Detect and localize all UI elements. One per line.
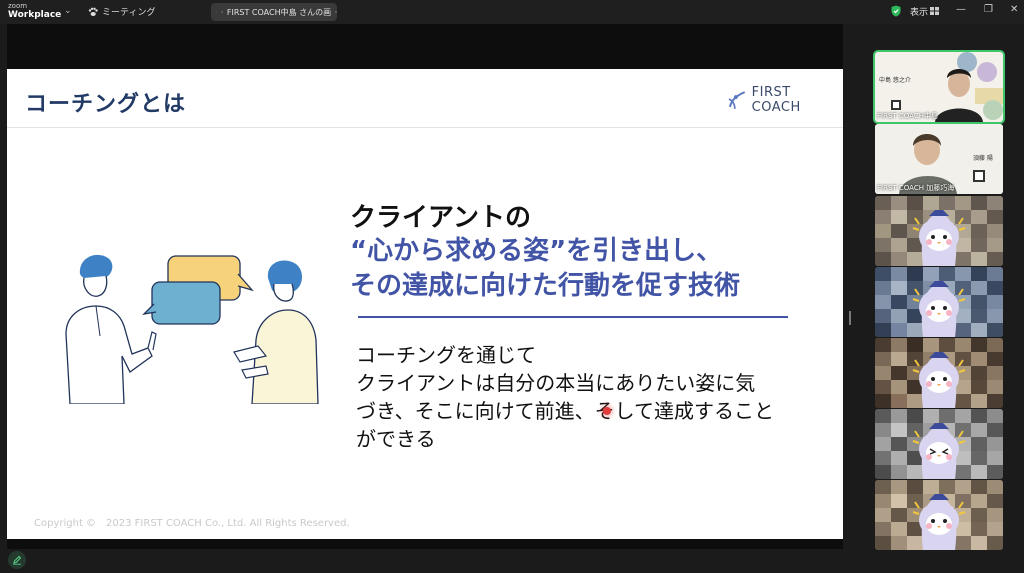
more-options-icon[interactable]	[335, 7, 337, 17]
penguin-avatar	[912, 281, 966, 337]
speech-bubbles	[142, 255, 254, 325]
svg-text:中島 悠之介: 中島 悠之介	[879, 76, 911, 84]
body-line: クライアントは自分の本当にありたい姿に気	[356, 371, 756, 395]
slide-title: コーチングとは	[25, 92, 187, 117]
participant-name: FIRST COACH中島	[877, 112, 938, 120]
pencil-icon	[13, 555, 22, 565]
title-bar: zoom Workplace ⌄ ミーティング FIRST COACH中島 さん…	[0, 0, 1024, 24]
meeting-label: ミーティング	[102, 8, 156, 18]
participant-name: FIRST COACH 加藤巧海	[877, 184, 955, 192]
panel-splitter-handle[interactable]	[849, 311, 851, 325]
share-indicator[interactable]: FIRST COACH中島 さんの画	[211, 3, 337, 21]
penguin-avatar	[912, 494, 966, 550]
view-button[interactable]: 表示	[910, 5, 928, 18]
first-coach-logo: FIRST COACH	[726, 85, 843, 115]
chevron-down-icon[interactable]: ⌄	[64, 6, 72, 16]
participant-tile[interactable]: 中島 悠之介 FIRST COACH中島	[873, 50, 1005, 124]
gallery-grid-icon[interactable]	[930, 7, 939, 15]
penguin-avatar	[912, 210, 966, 266]
slide: コーチングとは FIRST COACH クライアントの “心から求める姿”を引き…	[7, 69, 843, 539]
title-divider	[7, 127, 843, 128]
svg-text:須藤 陽: 須藤 陽	[973, 154, 993, 162]
body-line: ができる	[356, 427, 436, 451]
zoom-window: zoom Workplace ⌄ ミーティング FIRST COACH中島 さん…	[0, 0, 1024, 573]
participant-tile[interactable]	[875, 338, 1003, 408]
copyright-text: Copyright © 2023 FIRST COACH Co., Ltd. A…	[34, 518, 350, 529]
laser-pointer	[603, 407, 611, 415]
brand-name: Workplace	[8, 10, 62, 20]
logo-text: FIRST COACH	[751, 85, 801, 115]
participant-tile[interactable]	[875, 480, 1003, 550]
woman-figure	[233, 260, 319, 404]
shared-screen: コーチングとは FIRST COACH クライアントの “心から求める姿”を引き…	[7, 24, 843, 549]
share-title: FIRST COACH中島 さんの画	[226, 7, 332, 17]
penguin-avatar	[912, 352, 966, 408]
participant-tile[interactable]	[875, 409, 1003, 479]
restore-icon[interactable]: ❐	[984, 4, 993, 15]
penguin-avatar	[912, 423, 966, 479]
close-icon[interactable]: ✕	[1010, 4, 1018, 15]
man-figure	[65, 254, 157, 404]
annotate-button[interactable]	[8, 551, 26, 569]
participant-tile[interactable]	[875, 196, 1003, 266]
body-line: コーチングを通じて	[356, 343, 536, 367]
body-line: づき、そこに向けて前進、そして達成すること	[356, 399, 774, 423]
headline-divider	[358, 316, 788, 318]
encryption-shield-icon[interactable]	[891, 5, 901, 17]
app-brand[interactable]: zoom Workplace	[8, 2, 61, 20]
headline-line-3: その達成に向けた行動を促す技術	[350, 271, 741, 301]
minimize-icon[interactable]: —	[956, 4, 966, 15]
participant-tile[interactable]	[875, 267, 1003, 337]
logo-mark-icon	[728, 91, 746, 109]
coaching-illustration	[65, 254, 319, 404]
screen-share-icon	[215, 10, 218, 14]
camera-icon	[221, 11, 223, 13]
headline-line-2: “心から求める姿”を引き出し、	[350, 236, 723, 266]
slide-body-text: コーチングを通じて クライアントは自分の本当にありたい姿に気 づき、そこに向けて…	[356, 341, 816, 453]
headline-line-1: クライアントの	[350, 203, 531, 233]
paw-icon	[88, 7, 98, 16]
meeting-tab[interactable]: ミーティング	[88, 5, 155, 18]
participant-tile[interactable]: 須藤 陽 FIRST COACH 加藤巧海	[875, 124, 1003, 194]
